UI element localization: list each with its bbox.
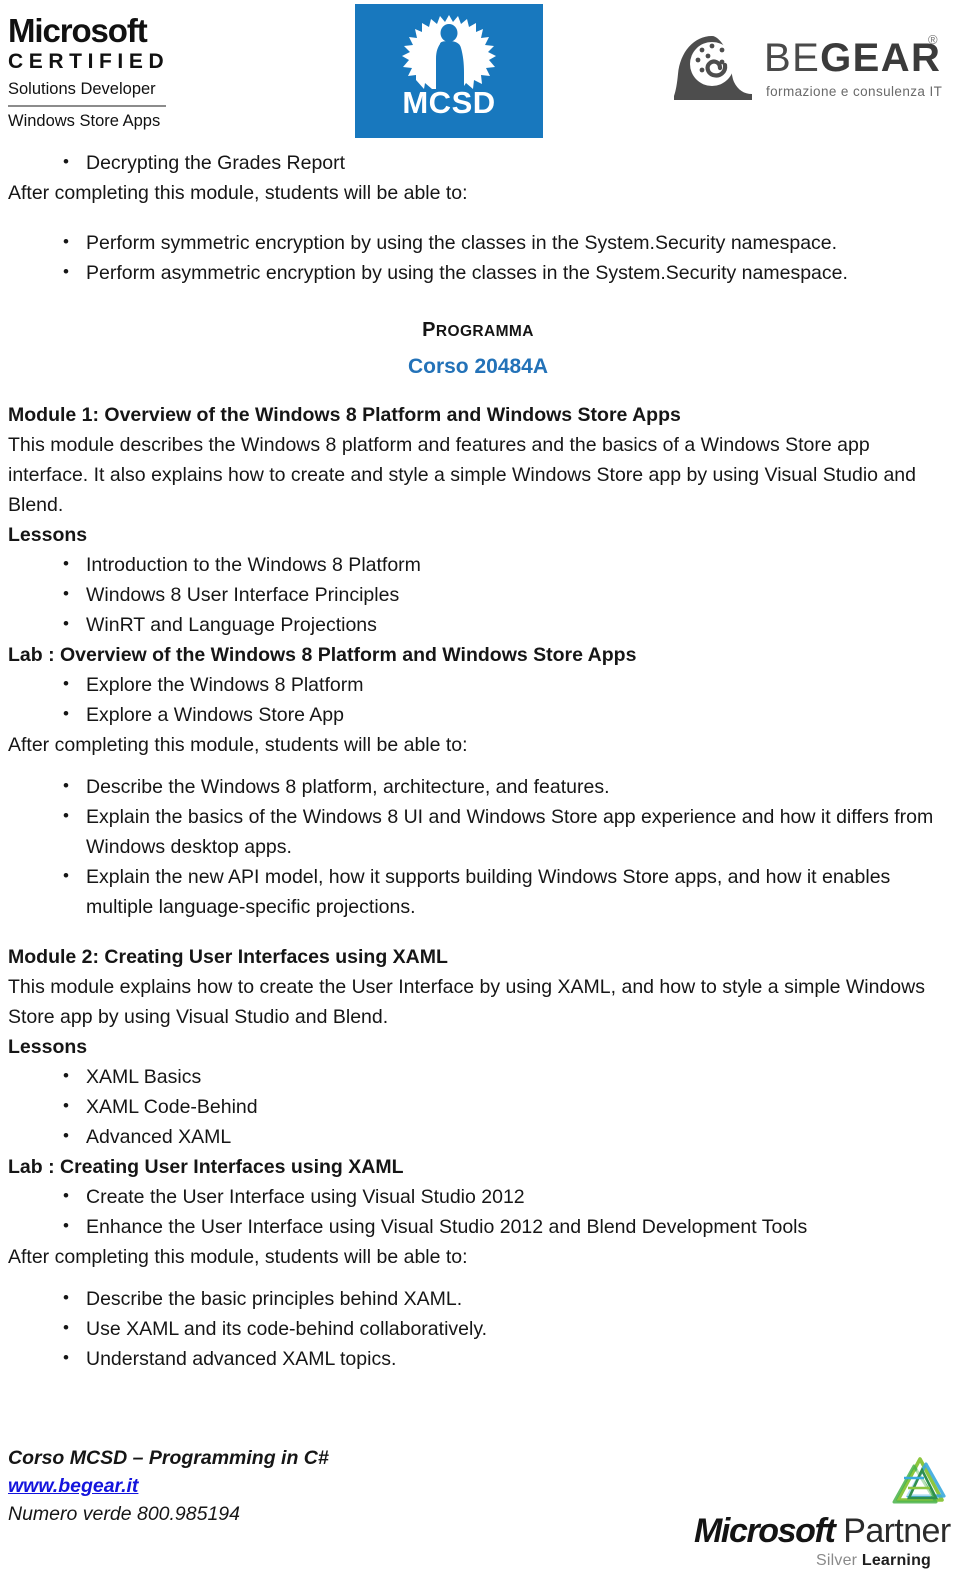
- top-objectives-list: Perform symmetric encryption by using th…: [8, 227, 948, 288]
- begear-tagline: formazione e consulenza IT: [766, 84, 943, 99]
- mcsd-badge: MCSD: [355, 4, 543, 138]
- ms-certified-line2: CERTIFIED: [8, 50, 170, 73]
- list-item: Describe the basic principles behind XAM…: [8, 1283, 948, 1314]
- lessons-list: Introduction to the Windows 8 Platform W…: [8, 549, 948, 640]
- module-heading: Module 1: Overview of the Windows 8 Plat…: [8, 404, 681, 426]
- list-item: Explain the new API model, how it suppor…: [8, 861, 948, 922]
- microsoft-certified-logo: Microsoft CERTIFIED Solutions Developer …: [8, 14, 178, 132]
- ms-certified-line1: Microsoft: [8, 12, 148, 49]
- ms-certified-line3: Solutions Developer: [8, 80, 156, 99]
- footer-website-link[interactable]: www.begear.it: [8, 1475, 138, 1497]
- list-item: Describe the Windows 8 platform, archite…: [8, 771, 948, 802]
- module-objectives-list: Describe the Windows 8 platform, archite…: [8, 771, 948, 922]
- programma-heading-block: PROGRAMMA Corso 20484A: [8, 316, 948, 384]
- footer-course-line: Corso MCSD – Programming in C#: [8, 1447, 329, 1469]
- list-item: Create the User Interface using Visual S…: [8, 1181, 948, 1212]
- mcsd-label: MCSD: [402, 85, 496, 120]
- begear-wordmark: BEGEAR: [764, 38, 941, 78]
- list-item: WinRT and Language Projections: [8, 609, 948, 640]
- module-objectives-list: Describe the basic principles behind XAM…: [8, 1283, 948, 1374]
- divider-rule: [8, 104, 166, 107]
- lessons-label: Lessons: [8, 524, 88, 546]
- footer-phone: Numero verde 800.985194: [8, 1503, 240, 1525]
- programma-title-smallcaps: ROGRAMMA: [435, 323, 534, 340]
- partner-partner-text: Partner: [834, 1512, 951, 1550]
- registered-trademark-icon: ®: [928, 32, 938, 47]
- partner-silver-text: Silver: [816, 1552, 862, 1569]
- top-bullet-list: Decrypting the Grades Report: [8, 147, 948, 178]
- list-item: Use XAML and its code-behind collaborati…: [8, 1313, 948, 1344]
- list-item: XAML Code-Behind: [8, 1091, 948, 1122]
- document-body: Decrypting the Grades Report After compl…: [0, 147, 960, 1374]
- list-item: Enhance the User Interface using Visual …: [8, 1211, 948, 1242]
- partner-microsoft-text: Microsoft: [694, 1512, 836, 1550]
- list-item: Advanced XAML: [8, 1121, 948, 1152]
- lessons-list: XAML Basics XAML Code-Behind Advanced XA…: [8, 1061, 948, 1152]
- list-item: Explore a Windows Store App: [8, 699, 948, 730]
- begear-logo: BEGEAR ® formazione e consulenza IT: [672, 28, 952, 116]
- course-code: Corso 20484A: [407, 355, 549, 378]
- partner-competency: Silver Learning: [816, 1552, 931, 1570]
- module-description: This module explains how to create the U…: [8, 976, 925, 1028]
- page-header: Microsoft CERTIFIED Solutions Developer …: [0, 0, 960, 148]
- begear-word-bold: GEAR: [820, 36, 942, 80]
- list-item: Windows 8 User Interface Principles: [8, 579, 948, 610]
- list-item: Introduction to the Windows 8 Platform: [8, 549, 948, 580]
- list-item: Decrypting the Grades Report: [8, 147, 948, 178]
- partner-wordmark: Microsoft Partner: [694, 1514, 951, 1548]
- module-after-line: After completing this module, students w…: [8, 734, 468, 756]
- list-item: Understand advanced XAML topics.: [8, 1343, 948, 1374]
- lab-items-list: Create the User Interface using Visual S…: [8, 1181, 948, 1242]
- partner-learning-text: Learning: [861, 1552, 932, 1569]
- list-item: Perform symmetric encryption by using th…: [8, 227, 948, 258]
- mcsd-sunburst-icon: [395, 13, 503, 89]
- programma-title: PROGRAMMA: [8, 316, 948, 346]
- page-footer: Corso MCSD – Programming in C# www.begea…: [0, 1444, 960, 1576]
- list-item: Explore the Windows 8 Platform: [8, 669, 948, 700]
- module-heading: Module 2: Creating User Interfaces using…: [8, 946, 448, 968]
- module-section: Module 2: Creating User Interfaces using…: [8, 942, 948, 1374]
- programma-title-cap: P: [422, 319, 436, 341]
- module-after-line: After completing this module, students w…: [8, 1246, 468, 1268]
- lab-items-list: Explore the Windows 8 Platform Explore a…: [8, 669, 948, 730]
- list-item: Perform asymmetric encryption by using t…: [8, 257, 948, 288]
- ms-certified-line4: Windows Store Apps: [8, 111, 161, 130]
- lessons-label: Lessons: [8, 1036, 88, 1058]
- list-item: Explain the basics of the Windows 8 UI a…: [8, 801, 948, 862]
- lab-label: Lab : Overview of the Windows 8 Platform…: [8, 644, 637, 666]
- begear-spiral-gear-icon: [672, 32, 756, 104]
- module-description: This module describes the Windows 8 plat…: [8, 434, 916, 516]
- footer-text-block: Corso MCSD – Programming in C# www.begea…: [8, 1444, 329, 1528]
- list-item: XAML Basics: [8, 1061, 948, 1092]
- microsoft-partner-logo: Microsoft Partner Silver Learning: [694, 1456, 952, 1570]
- top-after-line: After completing this module, students w…: [8, 182, 468, 204]
- module-section: Module 1: Overview of the Windows 8 Plat…: [8, 400, 948, 922]
- begear-word-light: BE: [764, 36, 821, 80]
- lab-label: Lab : Creating User Interfaces using XAM…: [8, 1156, 404, 1178]
- partner-swoosh-icon: [892, 1456, 948, 1508]
